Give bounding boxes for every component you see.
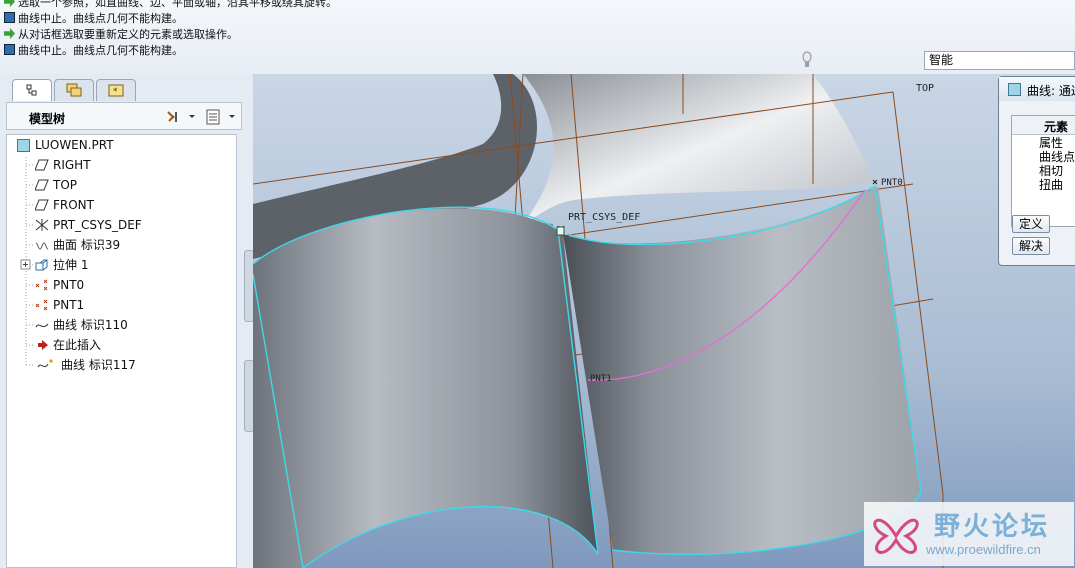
element-column-header: 元素 [1044,120,1069,134]
model-tree: LUOWEN.PRT RIGHT TOP FRONT PRT_CSYS_DEF … [6,134,237,568]
butterfly-logo-icon [873,518,919,554]
message-line: 曲线中止。曲线点几何不能构建。 [4,44,183,58]
selection-filter-dropdown[interactable]: 智能 [924,51,1075,70]
tree-settings-icon[interactable] [165,109,197,125]
message-line: 从对话框选取要重新定义的元素或选取操作。 [4,28,238,42]
csys-label[interactable]: PRT_CSYS_DEF [568,212,640,223]
watermark-title: 野火论坛 [934,512,1051,542]
element-row[interactable]: 相切 [1039,164,1075,178]
point-label-pnt1[interactable]: PNT1 [590,374,612,384]
tab-model-tree[interactable] [12,79,52,101]
message-text: 从对话框选取要重新定义的元素或选取操作。 [18,28,238,41]
svg-text:*: * [113,87,118,97]
warning-icon [4,12,15,23]
dialog-titlebar[interactable]: 曲线: 通过 [999,77,1075,101]
message-text: 曲线中止。曲线点几何不能构建。 [18,12,183,25]
watermark-url: www.proewildfire.cn [926,542,1041,557]
model-view[interactable]: TOP PRT_CSYS_DEF PNT0 PNT1 [253,74,1075,568]
model-tree-title: 模型树 [29,112,66,126]
point-label-pnt0[interactable]: PNT0 [881,178,903,188]
message-text: 曲线中止。曲线点几何不能构建。 [18,44,183,57]
element-row[interactable]: 扭曲 [1039,178,1075,192]
favorites-folder-icon: * [108,84,124,97]
lightbulb-icon[interactable] [801,50,813,70]
message-line: 曲线中止。曲线点几何不能构建。 [4,12,183,26]
curve-new-icon [37,359,53,368]
message-line: 选取一个参照，如直曲线、边、平面或轴，沿其平移或绕其旋转。 [4,0,337,10]
part-icon [1008,83,1021,96]
dialog-title: 曲线: 通过 [1027,84,1075,98]
model-tree-icon [26,84,37,96]
datum-plane-icon [35,199,49,211]
watermark: 野火论坛 www.proewildfire.cn [864,502,1074,566]
datum-point-icon [35,279,48,291]
element-row[interactable]: 曲线点 [1039,150,1075,164]
message-area: 选取一个参照，如直曲线、边、平面或轴，沿其平移或绕其旋转。 曲线中止。曲线点几何… [0,0,1075,75]
surface-icon [35,242,49,250]
datum-point-icon [35,299,48,311]
define-button[interactable]: 定义 [1012,215,1050,233]
message-text: 选取一个参照，如直曲线、边、平面或轴，沿其平移或绕其旋转。 [18,0,337,9]
element-list: 属性 曲线点 相切 扭曲 [1039,136,1075,192]
layers-icon [66,83,82,97]
datum-point-icon[interactable] [872,179,878,185]
warning-icon [4,44,15,55]
show-menu-icon[interactable] [205,108,239,126]
curve-dialog: 曲线: 通过 元素 属性 曲线点 相切 扭曲 定义 解决 [998,76,1075,266]
datum-label-top[interactable]: TOP [916,83,934,94]
datum-plane-icon [35,179,49,191]
insert-here-icon [38,340,48,350]
navigator-pane: * 模型树 LUOWEN.PRT RIGHT TOP FRONT PRT_CSY… [0,74,254,568]
curve-icon [35,323,49,328]
csys-icon[interactable] [556,225,565,236]
model-tree-header: 模型树 [6,102,242,130]
tab-favorites[interactable]: * [96,79,136,101]
graphics-window[interactable]: TOP PRT_CSYS_DEF PNT0 PNT1 [253,74,1075,568]
element-table[interactable]: 元素 属性 曲线点 相切 扭曲 [1011,115,1075,227]
extrude-icon [35,259,48,271]
explain-button[interactable]: 解决 [1012,237,1050,255]
green-arrow-icon [4,28,15,39]
tab-layers[interactable] [54,79,94,101]
part-icon [17,139,30,152]
datum-plane-icon [35,159,49,171]
green-arrow-icon [4,0,15,7]
element-row[interactable]: 属性 [1039,136,1075,150]
csys-icon [35,219,49,231]
